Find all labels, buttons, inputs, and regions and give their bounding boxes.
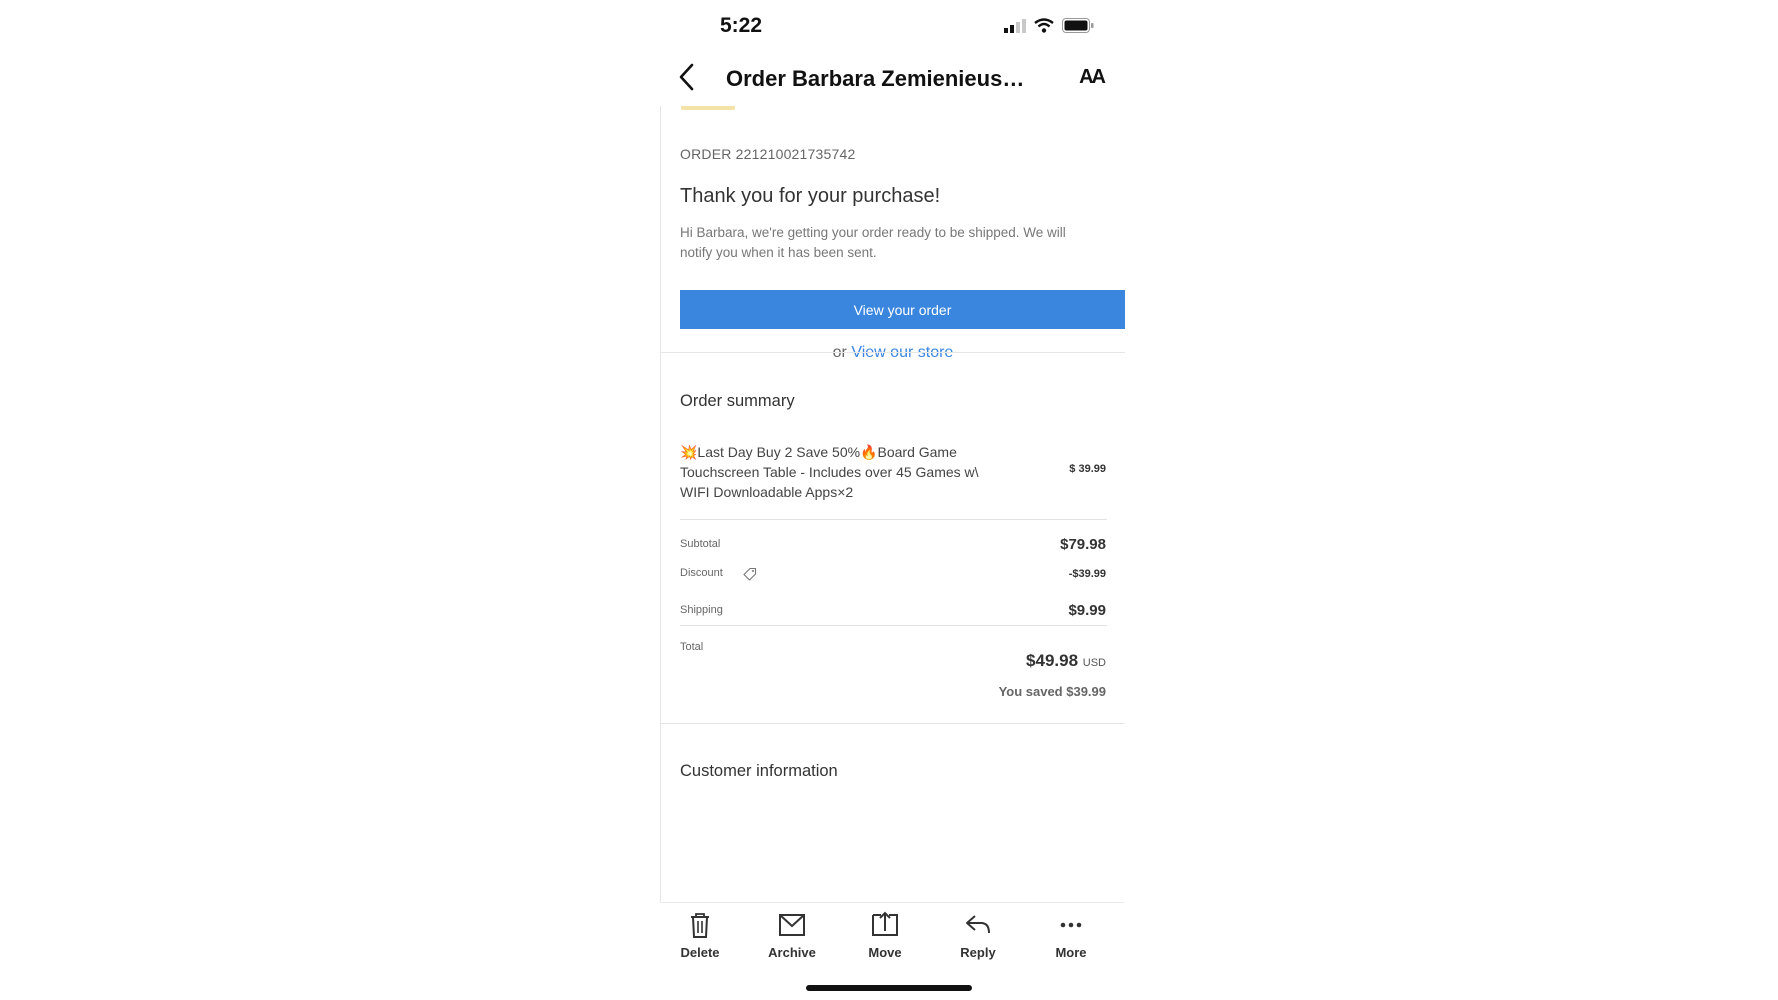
more-button[interactable]: More — [1031, 911, 1111, 960]
order-number: ORDER 221210021735742 — [680, 146, 856, 162]
total-currency: USD — [1082, 657, 1106, 669]
battery-icon — [1062, 18, 1094, 33]
total-value: $49.98 — [1026, 651, 1079, 670]
line-item-price: $ 39.99 — [1069, 463, 1106, 475]
total-value-line: $49.98 USD — [1026, 651, 1106, 671]
more-label: More — [1055, 945, 1087, 960]
nav-bar: Order Barbara Zemienieuski c... AA — [660, 54, 1124, 104]
archive-button[interactable]: Archive — [752, 911, 832, 960]
text-size-icon[interactable]: AA — [1079, 66, 1106, 89]
move-button[interactable]: Move — [845, 911, 925, 960]
thank-you-heading: Thank you for your purchase! — [680, 185, 941, 207]
customer-information-heading: Customer information — [680, 762, 838, 780]
move-label: Move — [868, 945, 902, 960]
reply-button[interactable]: Reply — [938, 911, 1018, 960]
phone-screen: 5:22 Order Barbara Zemienieuski c... AA … — [660, 0, 1125, 1000]
reply-icon — [966, 915, 990, 934]
archive-icon — [779, 914, 805, 936]
wifi-icon — [1034, 18, 1054, 33]
line-item-title: 💥Last Day Buy 2 Save 50%🔥Board Game Touc… — [680, 444, 979, 500]
discount-label: Discount — [680, 567, 723, 579]
email-subject-title: Order Barbara Zemienieuski c... — [726, 66, 1036, 91]
subtotal-label: Subtotal — [680, 538, 721, 550]
chevron-left-icon[interactable] — [672, 60, 702, 94]
order-summary-heading: Order summary — [680, 392, 795, 410]
intro-text: Hi Barbara, we're getting your order rea… — [680, 225, 1066, 260]
delete-button[interactable]: Delete — [660, 911, 740, 960]
archive-label: Archive — [768, 945, 816, 960]
store-logo-fragment — [681, 106, 735, 110]
home-indicator[interactable] — [806, 985, 972, 991]
view-order-button[interactable]: View your order — [680, 290, 1125, 329]
shipping-label: Shipping — [680, 604, 723, 616]
summary-divider — [680, 625, 1107, 626]
status-bar: 5:22 — [660, 0, 1124, 54]
delete-label: Delete — [680, 945, 720, 960]
savings-text: You saved $39.99 — [998, 684, 1106, 699]
status-icons — [1004, 18, 1094, 33]
summary-divider — [680, 519, 1107, 520]
move-icon — [872, 911, 898, 936]
bottom-toolbar: Delete Archive Move Reply More — [660, 902, 1124, 963]
shipping-value: $9.99 — [1068, 602, 1106, 619]
total-label: Total — [680, 641, 704, 653]
status-time: 5:22 — [720, 14, 763, 37]
cellular-signal-icon — [1004, 18, 1026, 33]
section-divider — [661, 723, 1125, 724]
reply-label: Reply — [960, 945, 996, 960]
tag-icon — [743, 567, 757, 581]
more-icon — [1060, 922, 1082, 928]
store-link-line: or View our store — [661, 344, 1125, 362]
section-divider — [661, 352, 1125, 353]
subtotal-value: $79.98 — [1060, 536, 1106, 553]
trash-icon — [691, 913, 709, 938]
discount-value: -$39.99 — [1068, 568, 1106, 580]
email-body: ORDER 221210021735742 Thank you for your… — [660, 106, 1125, 902]
